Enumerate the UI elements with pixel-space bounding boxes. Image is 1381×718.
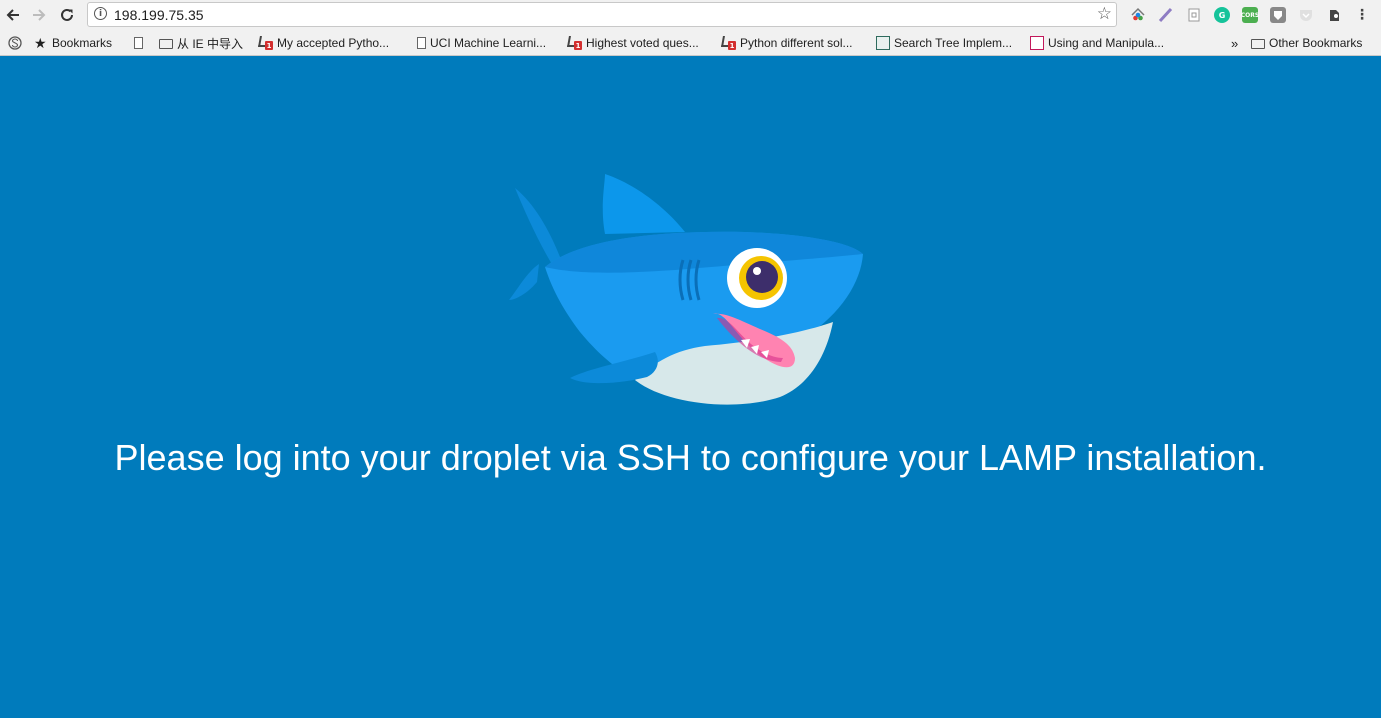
bookmark-label: My accepted Pytho... (277, 36, 390, 50)
bookmark-label: Search Tree Implem... (894, 36, 1013, 50)
bookmark-label: Python different sol... (740, 36, 853, 50)
browser-toolbar: i 198.199.75.35 ☆ G CORS ⋮ (0, 0, 1381, 30)
address-bar[interactable]: i 198.199.75.35 ☆ (87, 2, 1117, 27)
bookmark-label: Other Bookmarks (1269, 36, 1363, 50)
bookmark-label: UCI Machine Learni... (430, 36, 547, 50)
apps-circle-icon (8, 36, 22, 50)
document-icon (876, 36, 890, 50)
bookmark-item-accepted-python[interactable]: 1 My accepted Pytho... (258, 35, 390, 51)
shield-icon[interactable] (1270, 7, 1286, 23)
bookmark-label: Using and Manipula... (1048, 36, 1165, 50)
bookmark-label: 从 IE 中导入 (177, 36, 244, 51)
reload-button[interactable] (56, 4, 78, 26)
pocket-icon[interactable] (1298, 7, 1314, 23)
bookmark-star-icon[interactable]: ☆ (1097, 4, 1112, 24)
bookmark-label: Highest voted ques... (586, 36, 699, 50)
menu-icon[interactable]: ⋮ (1354, 7, 1370, 23)
stackoverflow-icon: 1 (567, 36, 582, 50)
forward-button[interactable] (28, 4, 50, 26)
document-icon[interactable] (1186, 7, 1202, 23)
folder-icon (159, 39, 173, 49)
bookmarks-overflow-button[interactable]: » (1231, 35, 1238, 51)
pen-icon[interactable] (1158, 7, 1174, 23)
bookmark-item-ie-import[interactable]: 从 IE 中导入 (159, 35, 243, 51)
bookmark-item-blank[interactable] (134, 35, 147, 51)
bookmark-item-search-tree[interactable]: Search Tree Implem... (876, 35, 1012, 51)
page-icon (134, 37, 143, 49)
bookmark-item-uci-ml[interactable]: UCI Machine Learni... (417, 35, 546, 51)
back-button[interactable] (2, 4, 24, 26)
site-info-icon[interactable]: i (94, 7, 107, 20)
bookmark-item-highest-voted[interactable]: 1 Highest voted ques... (567, 35, 699, 51)
home-color-icon[interactable] (1130, 7, 1146, 23)
forward-arrow-icon (33, 9, 46, 21)
bookmark-item-python-different[interactable]: 1 Python different sol... (721, 35, 853, 51)
stackoverflow-icon: 1 (721, 36, 736, 50)
apps-shortcut[interactable] (8, 35, 22, 51)
cors-icon[interactable]: CORS (1241, 7, 1259, 23)
bookmark-item-bookmarks[interactable]: ★ Bookmarks (34, 35, 112, 51)
reload-icon (61, 8, 73, 21)
bookmarks-bar: ★ Bookmarks 从 IE 中导入 1 My accepted Pytho… (0, 30, 1381, 56)
bookmark-label: Bookmarks (52, 36, 113, 50)
folder-icon (1251, 39, 1265, 49)
lamp-configure-message: Please log into your droplet via SSH to … (114, 437, 1267, 478)
back-arrow-icon (6, 9, 19, 21)
evernote-icon[interactable] (1326, 7, 1342, 23)
cs-icon (1030, 36, 1044, 50)
star-icon: ★ (34, 35, 47, 51)
bookmark-item-other[interactable]: Other Bookmarks (1251, 35, 1362, 51)
stackoverflow-icon: 1 (258, 36, 273, 50)
url-text[interactable]: 198.199.75.35 (114, 7, 204, 23)
grammarly-icon[interactable]: G (1214, 7, 1230, 23)
bookmark-item-using-manipulating[interactable]: Using and Manipula... (1030, 35, 1164, 51)
page-icon (417, 37, 426, 49)
page-content: Please log into your droplet via SSH to … (0, 56, 1381, 718)
shark-mascot-icon (509, 174, 863, 405)
